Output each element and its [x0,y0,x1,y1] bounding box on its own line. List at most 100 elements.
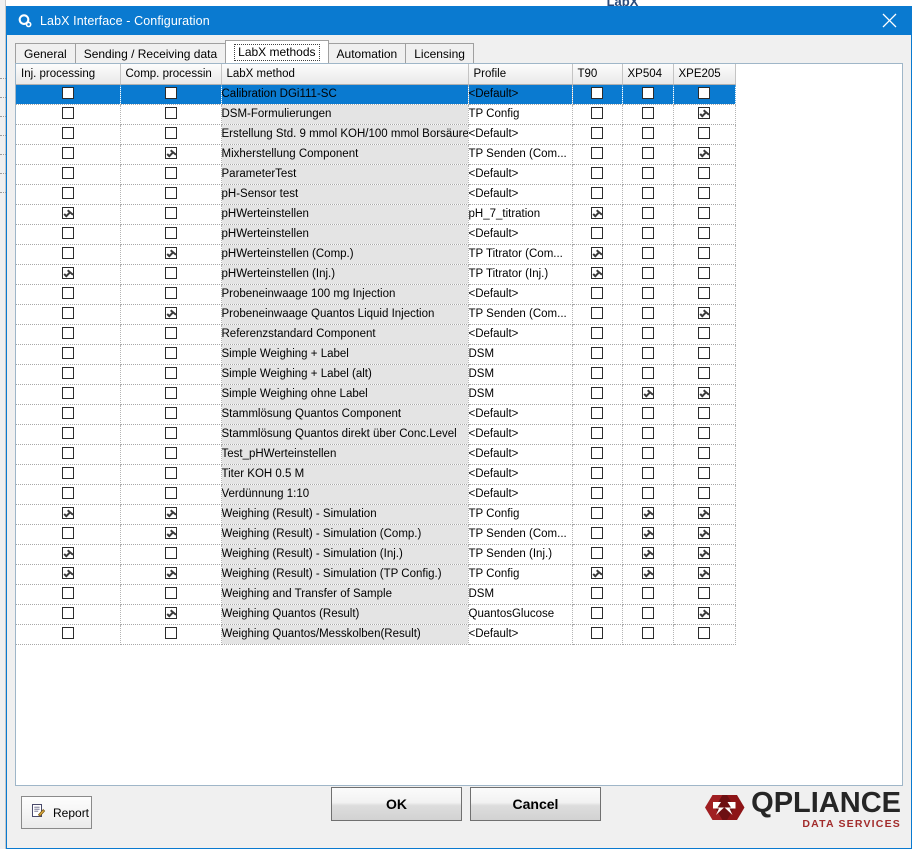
table-row[interactable]: Probeneinwaage 100 mg Injection <Default> [16,284,736,305]
checkbox-comp-unchecked[interactable] [164,207,177,220]
cell-profile[interactable]: TP Senden (Com... [468,524,573,545]
cell-xpe205[interactable] [673,604,736,625]
column-header-inj[interactable]: Inj. processing [16,64,121,85]
checkbox-inj-unchecked[interactable] [61,307,74,320]
cell-method[interactable]: pHWerteinstellen (Inj.) [221,264,469,285]
checkbox-xpe205-unchecked[interactable] [698,487,710,500]
cell-t90[interactable] [572,144,623,165]
cell-comp[interactable] [120,84,222,105]
cell-comp[interactable] [120,144,222,165]
cell-profile[interactable]: <Default> [468,444,573,465]
cell-t90[interactable] [572,544,623,565]
cell-t90[interactable] [572,484,623,505]
checkbox-xp504-unchecked[interactable] [641,107,654,120]
cell-xp504[interactable] [622,564,674,585]
checkbox-xpe205-unchecked[interactable] [698,447,710,460]
checkbox-inj-unchecked[interactable] [61,187,74,200]
table-row[interactable]: pHWerteinstellen <Default> [16,224,736,245]
cell-xp504[interactable] [622,224,674,245]
checkbox-xpe205-unchecked[interactable] [698,587,710,600]
cell-xpe205[interactable] [673,144,736,165]
cell-profile[interactable]: <Default> [468,284,573,305]
cell-method[interactable]: Erstellung Std. 9 mmol KOH/100 mmol Bors… [221,124,469,145]
cell-t90[interactable] [572,284,623,305]
cell-profile[interactable]: <Default> [468,624,573,645]
checkbox-xpe205-checked[interactable] [698,107,710,120]
checkbox-xpe205-unchecked[interactable] [698,127,710,140]
cell-xp504[interactable] [622,444,674,465]
cell-comp[interactable] [120,564,222,585]
checkbox-xpe205-unchecked[interactable] [698,87,710,100]
table-row[interactable]: pH-Sensor test <Default> [16,184,736,205]
checkbox-t90-checked[interactable] [591,267,603,280]
checkbox-comp-checked[interactable] [164,247,177,260]
table-row[interactable]: Weighing (Result) - Simulation (Inj.) TP … [16,544,736,565]
checkbox-comp-unchecked[interactable] [164,367,177,380]
checkbox-inj-unchecked[interactable] [61,527,74,540]
cell-inj[interactable] [16,404,121,425]
checkbox-xp504-unchecked[interactable] [641,327,654,340]
cell-inj[interactable] [16,284,121,305]
checkbox-comp-unchecked[interactable] [164,167,177,180]
cell-profile[interactable]: <Default> [468,464,573,485]
checkbox-t90-unchecked[interactable] [591,407,603,420]
checkbox-xp504-unchecked[interactable] [641,627,654,640]
checkbox-inj-unchecked[interactable] [61,607,74,620]
cell-method[interactable]: pHWerteinstellen (Comp.) [221,244,469,265]
table-row[interactable]: pHWerteinstellen pH_7_titration [16,204,736,225]
cell-profile[interactable]: TP Titrator (Com... [468,244,573,265]
checkbox-t90-checked[interactable] [591,247,603,260]
cell-xpe205[interactable] [673,184,736,205]
cell-inj[interactable] [16,324,121,345]
checkbox-inj-unchecked[interactable] [61,367,74,380]
cell-profile[interactable]: <Default> [468,424,573,445]
checkbox-inj-unchecked[interactable] [61,167,74,180]
cell-method[interactable]: Probeneinwaage 100 mg Injection [221,284,469,305]
table-row[interactable]: Probeneinwaage Quantos Liquid Injection T… [16,304,736,325]
checkbox-xp504-unchecked[interactable] [641,447,654,460]
checkbox-xp504-checked[interactable] [641,567,654,580]
table-row[interactable]: Erstellung Std. 9 mmol KOH/100 mmol Bors… [16,124,736,145]
cell-xpe205[interactable] [673,464,736,485]
checkbox-t90-unchecked[interactable] [591,547,603,560]
cell-xp504[interactable] [622,244,674,265]
checkbox-t90-unchecked[interactable] [591,387,603,400]
checkbox-t90-unchecked[interactable] [591,107,603,120]
checkbox-xp504-unchecked[interactable] [641,407,654,420]
cell-method[interactable]: pHWerteinstellen [221,224,469,245]
checkbox-inj-unchecked[interactable] [61,227,74,240]
cell-t90[interactable] [572,184,623,205]
cell-xp504[interactable] [622,344,674,365]
checkbox-comp-checked[interactable] [164,307,177,320]
cell-xpe205[interactable] [673,304,736,325]
checkbox-comp-unchecked[interactable] [164,627,177,640]
cell-xpe205[interactable] [673,224,736,245]
cell-t90[interactable] [572,304,623,325]
tab-general[interactable]: General [15,43,76,63]
checkbox-xpe205-unchecked[interactable] [698,367,710,380]
cell-comp[interactable] [120,584,222,605]
cell-xpe205[interactable] [673,504,736,525]
cell-inj[interactable] [16,224,121,245]
checkbox-t90-unchecked[interactable] [591,427,603,440]
cell-profile[interactable]: <Default> [468,164,573,185]
checkbox-comp-unchecked[interactable] [164,587,177,600]
cell-comp[interactable] [120,124,222,145]
cell-xp504[interactable] [622,524,674,545]
cell-inj[interactable] [16,124,121,145]
table-row[interactable]: Weighing and Transfer of Sample DSM [16,584,736,605]
cell-xpe205[interactable] [673,524,736,545]
checkbox-xpe205-unchecked[interactable] [698,207,710,220]
cell-xp504[interactable] [622,424,674,445]
cell-method[interactable]: Simple Weighing + Label [221,344,469,365]
column-header-method[interactable]: LabX method [221,64,469,85]
checkbox-inj-checked[interactable] [61,207,74,220]
checkbox-t90-checked[interactable] [591,567,603,580]
cell-xpe205[interactable] [673,384,736,405]
cell-method[interactable]: pHWerteinstellen [221,204,469,225]
cell-profile[interactable]: <Default> [468,184,573,205]
checkbox-t90-unchecked[interactable] [591,307,603,320]
cell-xp504[interactable] [622,164,674,185]
cell-t90[interactable] [572,104,623,125]
cell-profile[interactable]: <Default> [468,84,573,105]
